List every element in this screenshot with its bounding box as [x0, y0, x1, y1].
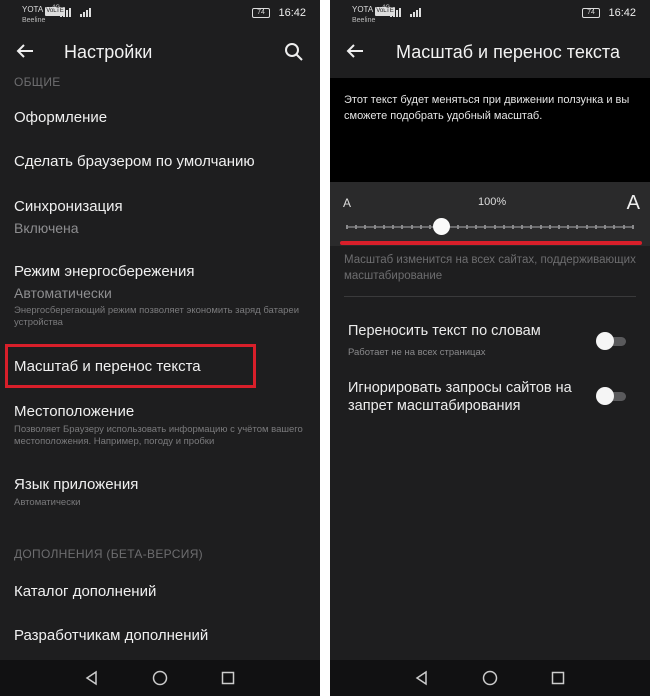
settings-item-addon-catalog[interactable]: Каталог дополнений [14, 583, 310, 600]
item-title: Сделать браузером по умолчанию [14, 153, 255, 170]
network-type: 4G [52, 5, 61, 11]
nav-home-icon[interactable] [482, 670, 498, 686]
settings-item-default-browser[interactable]: Сделать браузером по умолчанию [14, 153, 310, 170]
carrier-name: YOTA [352, 5, 374, 14]
settings-item-appearance[interactable]: Оформление [14, 109, 310, 126]
text-scale-screen: YOTA VoLTE Beeline 4G 74 16:42 Масштаб и … [330, 0, 650, 696]
network-type: 4G [382, 5, 391, 11]
item-description: Автоматически [14, 497, 81, 508]
item-description: Энергосберегающий режим позволяет эконом… [14, 305, 300, 328]
nav-back-icon[interactable] [84, 670, 100, 686]
carrier-name-2: Beeline [352, 17, 376, 24]
scale-slider-area: А 100% А [330, 182, 650, 246]
signal-icon [390, 8, 401, 17]
system-nav-bar [330, 660, 650, 696]
carrier-name-2: Beeline [22, 17, 46, 24]
app-bar: Настройки [0, 28, 320, 76]
option-word-wrap: Переносить текст по словам Работает не н… [348, 322, 590, 358]
item-value: Включена [14, 220, 79, 236]
highlight-frame [5, 344, 256, 388]
status-bar: YOTA VoLTE Beeline 4G 74 16:42 [0, 0, 320, 28]
text-preview: Этот текст будет меняться при движении п… [330, 78, 650, 182]
option-ignore-zoom-block: Игнорировать запросы сайтов на запрет ма… [348, 379, 590, 415]
nav-home-icon[interactable] [152, 670, 168, 686]
carrier-name: YOTA [22, 5, 44, 14]
item-title: Разработчикам дополнений [14, 627, 209, 644]
battery-icon: 74 [252, 8, 270, 18]
highlight-underline [340, 241, 642, 245]
nav-recent-icon[interactable] [550, 670, 566, 686]
option-title: Переносить текст по словам [348, 323, 541, 339]
clock: 16:42 [278, 7, 306, 19]
item-title: Оформление [14, 109, 108, 126]
item-title: Режим энергосбережения [14, 263, 195, 280]
status-bar: YOTA VoLTE Beeline 4G 74 16:42 [330, 0, 650, 28]
settings-item-location[interactable]: Местоположение Позволяет Браузеру исполь… [14, 403, 310, 448]
item-description: Позволяет Браузеру использовать информац… [14, 424, 303, 447]
preview-text: Этот текст будет меняться при движении п… [344, 94, 630, 122]
item-title: Местоположение [14, 403, 135, 420]
item-title: Каталог дополнений [14, 583, 157, 600]
search-icon[interactable] [284, 42, 304, 62]
clock: 16:42 [608, 7, 636, 19]
option-title: Игнорировать запросы сайтов на запрет ма… [348, 380, 572, 414]
large-font-label: А [626, 192, 640, 214]
settings-screen: YOTA VoLTE Beeline 4G 74 16:42 Настройки … [0, 0, 320, 696]
settings-item-power-saving[interactable]: Режим энергосбережения Автоматически Эне… [14, 263, 310, 329]
settings-item-addon-developers[interactable]: Разработчикам дополнений [14, 627, 310, 644]
ignore-zoom-block-toggle[interactable] [596, 387, 626, 405]
word-wrap-toggle[interactable] [596, 332, 626, 350]
small-font-label: А [343, 196, 352, 210]
slider-ticks [346, 225, 634, 229]
signal-icon [410, 8, 421, 17]
back-arrow-icon[interactable] [14, 40, 36, 62]
signal-icon [60, 8, 71, 17]
back-arrow-icon[interactable] [344, 40, 366, 62]
app-bar: Масштаб и перенос текста [330, 28, 650, 76]
page-title: Масштаб и перенос текста [396, 42, 620, 62]
settings-item-language[interactable]: Язык приложения Автоматически [14, 476, 310, 509]
scale-note: Масштаб изменится на всех сайтах, поддер… [344, 254, 636, 282]
nav-back-icon[interactable] [414, 670, 430, 686]
option-description: Работает не на всех страницах [348, 347, 486, 358]
section-header-addons: ДОПОЛНЕНИЯ (БЕТА-ВЕРСИЯ) [14, 547, 203, 561]
item-value: Автоматически [14, 285, 112, 301]
section-header-general: ОБЩИЕ [14, 75, 61, 89]
nav-recent-icon[interactable] [220, 670, 236, 686]
system-nav-bar [0, 660, 320, 696]
item-title: Язык приложения [14, 476, 139, 493]
scale-value: 100% [478, 196, 507, 208]
divider [344, 296, 636, 297]
battery-icon: 74 [582, 8, 600, 18]
item-title: Синхронизация [14, 198, 123, 215]
signal-icon [80, 8, 91, 17]
settings-item-sync[interactable]: Синхронизация Включена [14, 198, 310, 236]
slider-thumb[interactable] [432, 218, 450, 235]
page-title: Настройки [64, 42, 153, 62]
